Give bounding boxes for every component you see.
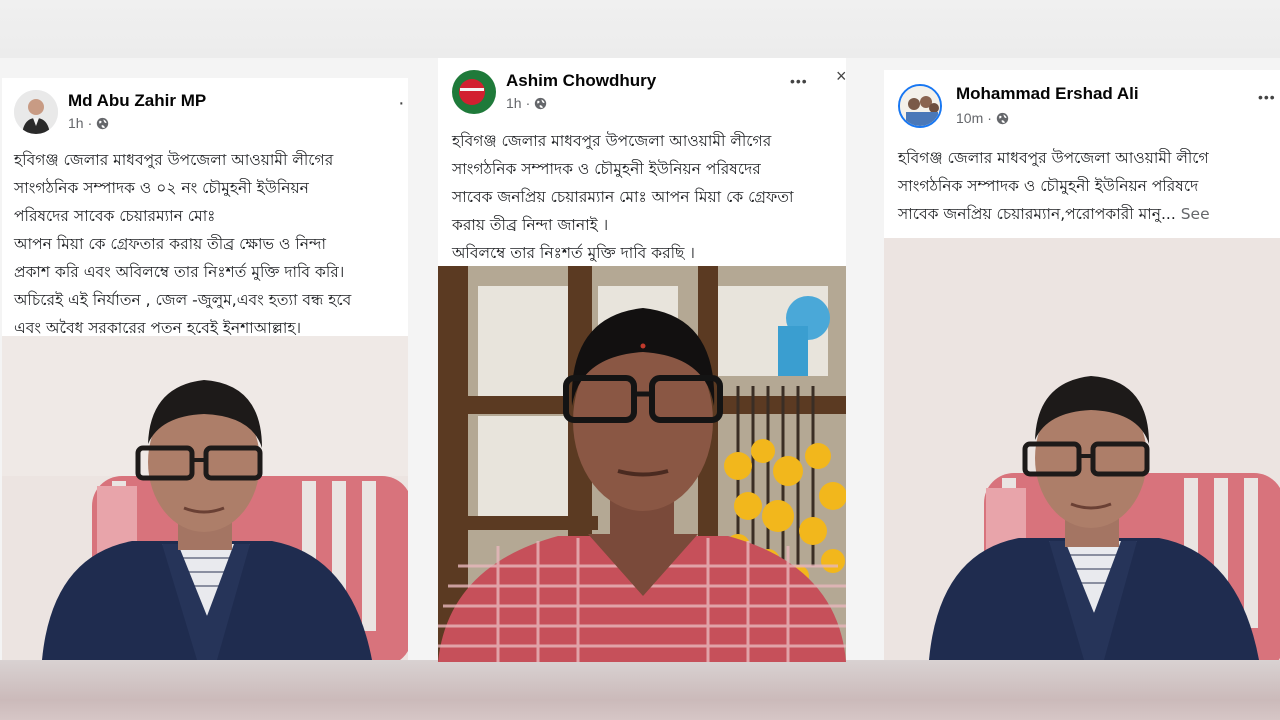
post-line: সাংগঠনিক সম্পাদক ও ০২ নং চৌমুহনী ইউনিয়ন bbox=[14, 179, 309, 197]
close-icon[interactable]: × bbox=[836, 66, 846, 87]
globe-icon bbox=[97, 117, 109, 129]
post-text: হবিগঞ্জ জেলার মাধবপুর উপজেলা আওয়ামী লীগ… bbox=[898, 144, 1210, 228]
post-card-mohammad-ershad-ali: Mohammad Ershad Ali 10m · ••• হবিগঞ্জ জে… bbox=[884, 70, 1280, 660]
more-options-icon[interactable]: ••• bbox=[1258, 90, 1276, 104]
globe-icon bbox=[535, 97, 547, 109]
globe-icon bbox=[996, 112, 1009, 124]
post-line: হবিগঞ্জ জেলার মাধবপুর উপজেলা আওয়ামী লীগ… bbox=[452, 132, 772, 150]
more-options-icon[interactable]: ••• bbox=[790, 74, 808, 88]
post-line: সাংগঠনিক সম্পাদক ও চৌমুহনী ইউনিয়ন পরিষদ… bbox=[452, 160, 761, 178]
post-photo[interactable] bbox=[438, 266, 846, 662]
post-line: হবিগঞ্জ জেলার মাধবপুর উপজেলা আওয়ামী লীগ… bbox=[898, 149, 1209, 167]
post-meta: 1h · bbox=[506, 95, 547, 111]
post-meta: 10m · bbox=[956, 110, 1009, 126]
post-header: Mohammad Ershad Ali 10m · ••• bbox=[884, 70, 1280, 136]
post-line: প্রকাশ করি এবং অবিলম্বে তার নিঃশর্ত মুক্… bbox=[14, 263, 345, 281]
post-line: পরিষদের সাবেক চেয়ারম্যান মোঃ bbox=[14, 207, 216, 225]
post-text: হবিগঞ্জ জেলার মাধবপুর উপজেলা আওয়ামী লীগ… bbox=[14, 146, 351, 342]
post-card-ashim-chowdhury: Ashim Chowdhury 1h · ••• × হবিগঞ্জ জেলার… bbox=[438, 58, 846, 662]
post-meta: 1h · bbox=[68, 115, 109, 131]
post-text: হবিগঞ্জ জেলার মাধবপুর উপজেলা আওয়ামী লীগ… bbox=[452, 127, 794, 267]
post-time[interactable]: 1h bbox=[506, 95, 522, 111]
author-name[interactable]: Ashim Chowdhury bbox=[506, 71, 656, 91]
see-more-link[interactable]: See bbox=[1181, 205, 1210, 223]
post-line: অবিলম্বে তার নিঃশর্ত মুক্তি দাবি করছি । bbox=[452, 244, 695, 262]
post-header: Ashim Chowdhury 1h · ••• × bbox=[438, 58, 846, 124]
post-photo[interactable] bbox=[2, 336, 408, 660]
post-header: Md Abu Zahir MP 1h · · bbox=[2, 78, 408, 144]
post-time[interactable]: 1h bbox=[68, 115, 84, 131]
post-line: সাংগঠনিক সম্পাদক ও চৌমুহনী ইউনিয়ন পরিষদ… bbox=[898, 177, 1199, 195]
post-photo[interactable] bbox=[884, 238, 1280, 660]
post-line: করায় তীব্র নিন্দা জানাই । bbox=[452, 216, 609, 234]
post-line: অচিরেই এই নির্যাতন , জেল -জুলুম,এবং হত্য… bbox=[14, 291, 352, 309]
post-card-md-abu-zahir: Md Abu Zahir MP 1h · · হবিগঞ্জ জেলার মাধ… bbox=[2, 78, 408, 660]
author-avatar[interactable] bbox=[14, 90, 58, 134]
author-name[interactable]: Md Abu Zahir MP bbox=[68, 91, 206, 111]
author-avatar[interactable] bbox=[452, 70, 496, 114]
post-time[interactable]: 10m bbox=[956, 110, 983, 126]
post-line: হবিগঞ্জ জেলার মাধবপুর উপজেলা আওয়ামী লীগ… bbox=[14, 151, 334, 169]
author-name[interactable]: Mohammad Ershad Ali bbox=[956, 84, 1139, 104]
post-line: সাবেক জনপ্রিয় চেয়ারম্যান,পরোপকারী মানু… bbox=[898, 205, 1176, 223]
post-line: আপন মিয়া কে গ্রেফতার করায় তীব্র ক্ষোভ … bbox=[14, 235, 326, 253]
author-avatar[interactable] bbox=[898, 84, 942, 128]
post-line: সাবেক জনপ্রিয় চেয়ারম্যান মোঃ আপন মিয়া… bbox=[452, 188, 794, 206]
more-options-icon[interactable]: · bbox=[398, 93, 406, 113]
